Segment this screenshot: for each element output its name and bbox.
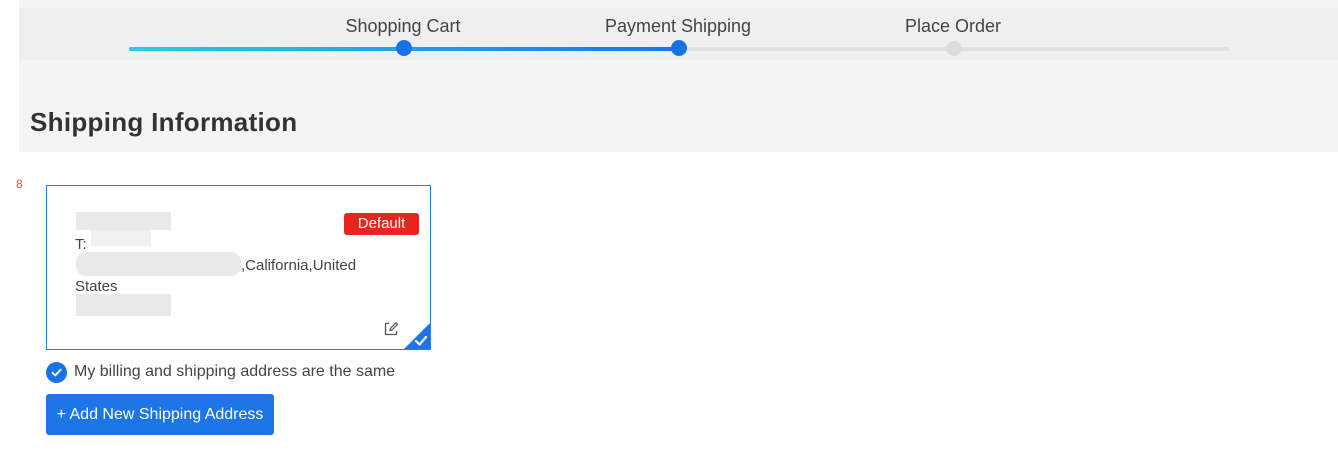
step-dot-shopping-cart[interactable]: [396, 40, 412, 56]
add-new-shipping-address-button[interactable]: + Add New Shipping Address: [46, 394, 274, 435]
step-dot-place-order: [946, 41, 962, 56]
redacted-zip: [76, 294, 171, 316]
edit-icon[interactable]: [383, 321, 399, 337]
step-label-shopping-cart[interactable]: Shopping Cart: [345, 16, 460, 37]
redacted-phone: [91, 230, 151, 246]
default-badge: Default: [344, 213, 419, 235]
billing-same-checkbox-row[interactable]: My billing and shipping address are the …: [46, 361, 395, 383]
address-card[interactable]: Default T: ,California,United States: [46, 185, 431, 350]
selected-corner-check-icon: [404, 323, 430, 349]
row-marker: 8: [16, 177, 23, 191]
checkbox-checked-icon[interactable]: [46, 361, 67, 383]
phone-prefix: T:: [75, 236, 87, 253]
address-country: States: [75, 278, 118, 295]
address-region: ,California,United: [241, 257, 357, 274]
step-label-place-order: Place Order: [904, 16, 1002, 36]
page-title: Shipping Information: [30, 107, 298, 137]
redacted-street: [76, 252, 241, 276]
billing-same-label[interactable]: My billing and shipping address are the …: [74, 363, 395, 381]
step-label-payment-shipping[interactable]: Payment Shipping: [605, 16, 751, 37]
step-dot-payment-shipping[interactable]: [671, 40, 687, 56]
redacted-name: [76, 212, 171, 230]
